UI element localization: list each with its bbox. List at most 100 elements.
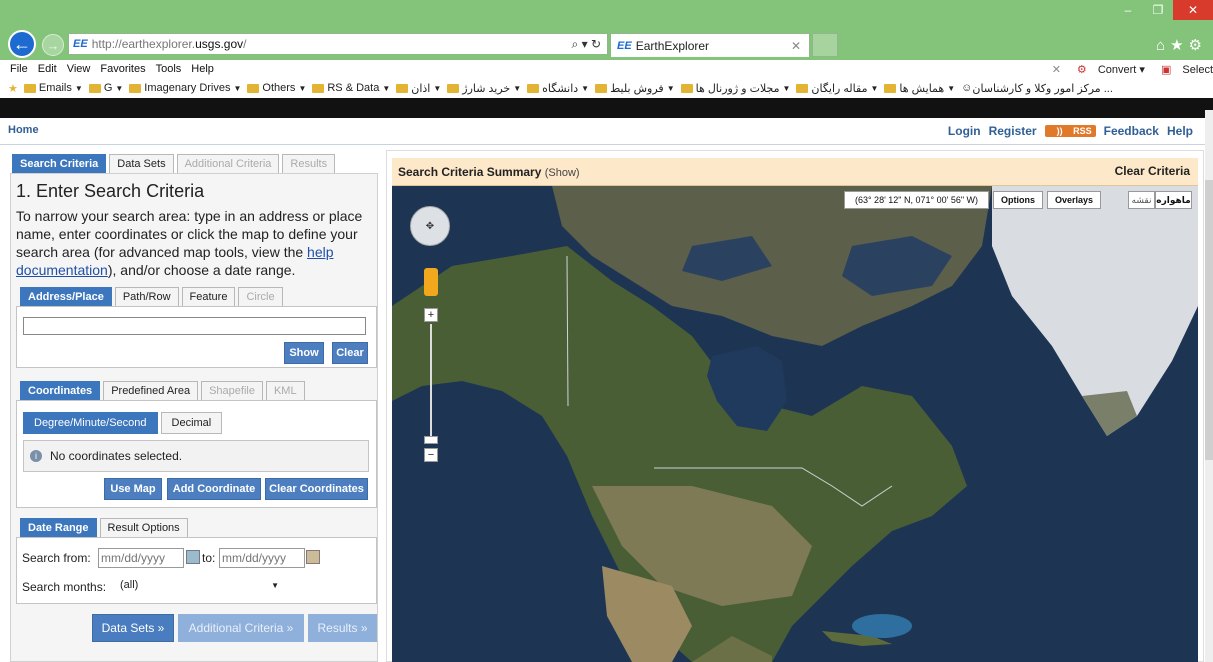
tab-circle[interactable]: Circle <box>238 287 283 306</box>
tab-result-options[interactable]: Result Options <box>99 518 188 537</box>
use-map-button[interactable]: Use Map <box>104 478 162 500</box>
fav-charge[interactable]: خرید شارژ ▼ <box>441 82 521 95</box>
login-link[interactable]: Login <box>948 124 981 138</box>
fav-journals[interactable]: مجلات و ژورنال ها ▼ <box>675 82 790 95</box>
months-select[interactable]: (all) ▼ <box>117 576 285 594</box>
menu-favorites[interactable]: Favorites <box>100 63 145 75</box>
overlays-button[interactable]: Overlays <box>1047 191 1101 209</box>
step-title: 1. Enter Search Criteria <box>16 181 205 201</box>
new-tab-button[interactable] <box>812 33 838 57</box>
rss-link[interactable]: )) RSS <box>1044 125 1096 137</box>
fav-free-articles[interactable]: مقاله رایگان ▼ <box>790 82 878 95</box>
map-type-satellite-button[interactable]: ماهواره <box>1155 191 1192 209</box>
additional-criteria-button[interactable]: Additional Criteria » <box>178 614 304 642</box>
scrollbar-thumb[interactable] <box>1205 180 1213 460</box>
address-input[interactable] <box>23 317 366 335</box>
date-tabs: Date Range Result Options <box>20 518 191 537</box>
forward-button[interactable]: → <box>42 34 64 56</box>
tab-degree-minute-second[interactable]: Degree/Minute/Second <box>23 412 158 434</box>
date-to-input[interactable] <box>219 548 305 568</box>
clear-coordinates-button[interactable]: Clear Coordinates <box>265 478 368 500</box>
minimize-icon[interactable]: – <box>1113 0 1143 20</box>
address-bar[interactable]: EE http://earthexplorer.usgs.gov/ ⌕ ▾ ↻ <box>68 33 608 55</box>
tab-results[interactable]: Results <box>282 154 336 173</box>
tab-data-sets[interactable]: Data Sets <box>109 154 174 173</box>
tab-path-row[interactable]: Path/Row <box>114 287 179 306</box>
main-tabs: Search Criteria Data Sets Additional Cri… <box>12 154 338 173</box>
map-type-map-button[interactable]: نقشه <box>1128 191 1155 209</box>
fav-rs-data[interactable]: RS & Data ▼ <box>306 82 390 94</box>
menu-tools[interactable]: Tools <box>156 63 182 75</box>
fav-conferences[interactable]: همایش ها ▼ <box>878 82 955 95</box>
fav-tickets[interactable]: فروش بلیط ▼ <box>589 82 675 95</box>
menu-file[interactable]: File <box>10 63 28 75</box>
clear-button[interactable]: Clear <box>332 342 368 364</box>
tab-search-criteria[interactable]: Search Criteria <box>12 154 107 173</box>
register-link[interactable]: Register <box>989 124 1037 138</box>
home-favorites-settings-icons[interactable]: ⌂★⚙ <box>1156 36 1207 54</box>
info-icon: i <box>30 450 42 462</box>
menu-bar: File Edit View Favorites Tools Help <box>0 60 1213 78</box>
satellite-imagery <box>392 186 1198 662</box>
top-links: Login Register )) RSS Feedback Help <box>940 124 1193 138</box>
home-link[interactable]: Home <box>8 124 39 136</box>
tab-address-place[interactable]: Address/Place <box>20 287 112 306</box>
fav-others[interactable]: Others ▼ <box>241 82 306 94</box>
tab-decimal[interactable]: Decimal <box>160 412 223 434</box>
menu-view[interactable]: View <box>67 63 91 75</box>
close-tab-icon[interactable]: ✕ <box>791 39 801 53</box>
pegman-icon[interactable] <box>424 268 438 296</box>
calendar-from-icon[interactable] <box>186 550 200 564</box>
fav-university[interactable]: دانشگاه ▼ <box>521 82 589 95</box>
no-coordinates-text: No coordinates selected. <box>50 449 183 463</box>
add-coordinate-button[interactable]: Add Coordinate <box>167 478 261 500</box>
address-url[interactable]: http://earthexplorer.usgs.gov/ <box>92 37 247 51</box>
tab-predefined-area[interactable]: Predefined Area <box>103 381 199 400</box>
convert-button[interactable]: ⚙ Convert ▾ <box>1069 63 1145 76</box>
menu-help[interactable]: Help <box>191 63 214 75</box>
favorites-star-icon[interactable]: ★ <box>8 82 18 95</box>
data-sets-button[interactable]: Data Sets » <box>92 614 174 642</box>
date-from-input[interactable] <box>98 548 184 568</box>
fav-lawyers-center[interactable]: ☺ مرکز امور وکلا و کارشناسان ... <box>955 82 1113 95</box>
rss-icon: )) <box>1056 126 1066 136</box>
tab-additional-criteria[interactable]: Additional Criteria <box>176 154 280 173</box>
clear-criteria-link[interactable]: Clear Criteria <box>1115 164 1190 178</box>
tab-shapefile[interactable]: Shapefile <box>201 381 263 400</box>
browser-tab[interactable]: EE EarthExplorer ✕ <box>610 33 810 57</box>
fav-imagenary-drives[interactable]: Imagenary Drives ▼ <box>123 82 241 94</box>
calendar-to-icon[interactable] <box>306 550 320 564</box>
search-from-label: Search from: <box>22 551 91 565</box>
summary-show-link[interactable]: (Show) <box>545 167 580 179</box>
zoom-slider-handle[interactable] <box>424 436 438 444</box>
feedback-link[interactable]: Feedback <box>1104 124 1159 138</box>
close-window-icon[interactable]: ✕ <box>1173 0 1213 20</box>
zoom-out-button[interactable]: − <box>424 448 438 462</box>
zoom-in-button[interactable]: + <box>424 308 438 322</box>
tab-coordinates[interactable]: Coordinates <box>20 381 101 400</box>
coordinate-readout: (63° 28' 12" N, 071° 00' 56" W) <box>844 191 989 209</box>
help-link[interactable]: Help <box>1167 124 1193 138</box>
restore-icon[interactable]: ❐ <box>1143 0 1173 20</box>
show-button[interactable]: Show <box>284 342 324 364</box>
window-controls: – ❐ ✕ <box>1113 0 1213 20</box>
results-button[interactable]: Results » <box>308 614 377 642</box>
place-tabs: Address/Place Path/Row Feature Circle <box>20 287 286 306</box>
options-button[interactable]: Options <box>993 191 1043 209</box>
map-pan-control[interactable]: ✥ <box>410 206 450 246</box>
back-button[interactable]: ← <box>8 30 36 58</box>
menu-edit[interactable]: Edit <box>38 63 57 75</box>
tab-date-range[interactable]: Date Range <box>20 518 97 537</box>
map-canvas[interactable]: ✥ + − (63° 28' 12" N, 071° 00' 56" W) Op… <box>392 186 1198 662</box>
format-tabs: Degree/Minute/Second Decimal <box>23 412 225 434</box>
tab-feature[interactable]: Feature <box>181 287 236 306</box>
zoom-slider-track[interactable] <box>430 324 432 444</box>
coordinates-status: i No coordinates selected. <box>23 440 369 472</box>
fav-azan[interactable]: اذان ▼ <box>390 82 441 95</box>
search-refresh-icon[interactable]: ⌕ ▾ ↻ <box>572 37 601 52</box>
close-bar-icon[interactable]: ✕ <box>1052 63 1061 76</box>
select-button[interactable]: ▣ Select <box>1153 63 1213 76</box>
fav-g[interactable]: G ▼ <box>83 82 123 94</box>
tab-kml[interactable]: KML <box>265 381 305 400</box>
fav-emails[interactable]: Emails ▼ <box>18 82 83 94</box>
